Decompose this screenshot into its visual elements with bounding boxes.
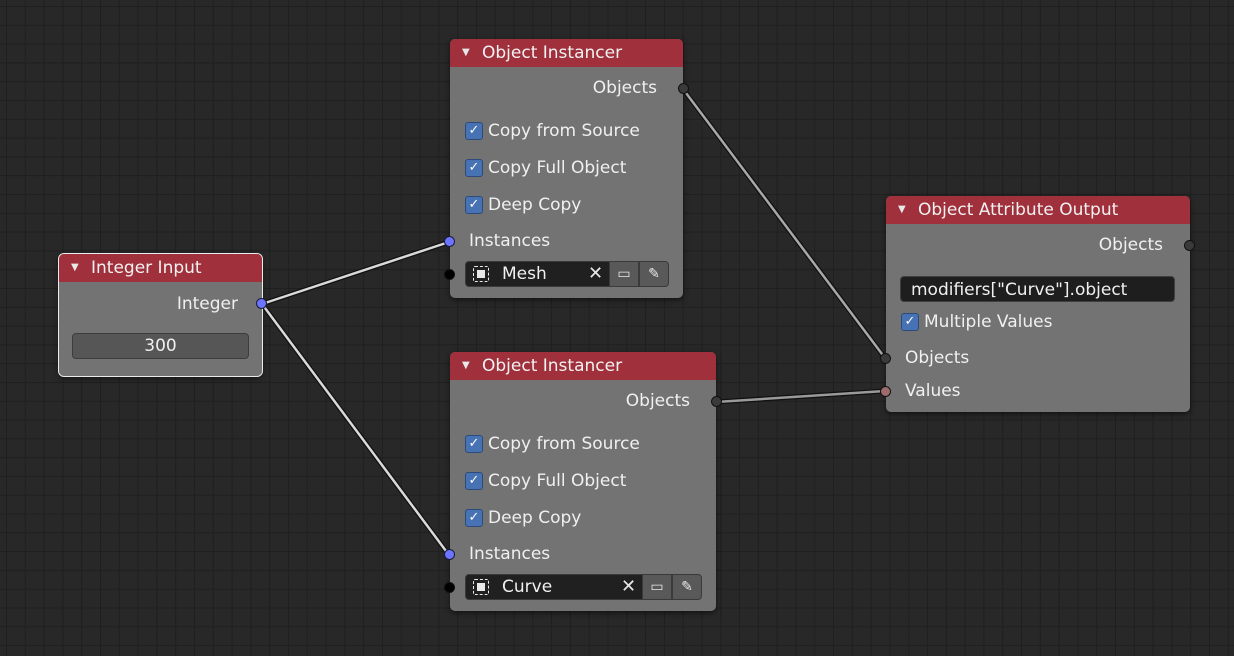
x-icon[interactable]: ✕ [588,262,603,286]
link-objects1-to-objects[interactable] [680,86,888,361]
instances-input-socket[interactable] [444,549,455,560]
copy-full-object-label: Copy Full Object [488,471,627,491]
eyedropper-icon[interactable]: ✎ [672,574,702,600]
object-instancer-node-2[interactable]: ▼ Object Instancer Objects ✓ Copy from S… [444,352,722,611]
checkmark-icon[interactable]: ✓ [465,509,483,527]
node-header[interactable]: ▼ Integer Input [59,254,262,282]
link-integer-to-instances-1[interactable] [259,239,452,307]
values-input-label: Values [905,381,961,401]
object-data-icon [473,266,489,282]
link-integer-to-instances-1-core [260,240,451,306]
output-label: Objects [625,391,690,411]
triangle-down-icon[interactable]: ▼ [462,352,470,380]
objects-output-socket[interactable] [678,83,689,94]
node-header[interactable]: ▼ Object Instancer [450,39,683,67]
checkmark-icon[interactable]: ✓ [465,122,483,140]
checkmark-icon[interactable]: ✓ [465,196,483,214]
object-input-socket[interactable] [444,269,455,280]
integer-output-socket[interactable] [256,298,267,309]
object-selector[interactable]: Mesh ✕ ▭ ✎ [465,261,669,287]
link-objects2-to-values-core [714,389,887,404]
node-header[interactable]: ▼ Object Attribute Output [886,196,1190,224]
triangle-down-icon[interactable]: ▼ [898,196,906,224]
values-input-socket[interactable] [880,386,891,397]
integer-value-field[interactable]: 300 [72,333,249,359]
object-name: Mesh [502,264,547,284]
deep-copy-label: Deep Copy [488,195,582,215]
checkmark-icon[interactable]: ✓ [901,313,919,331]
object-input-socket[interactable] [444,582,455,593]
objects-input-socket[interactable] [880,353,891,364]
instances-label: Instances [469,544,551,564]
objects-input-label: Objects [905,348,970,368]
node-title: Integer Input [91,258,202,278]
objects-output-socket[interactable] [1184,240,1195,251]
checkmark-icon[interactable]: ✓ [465,435,483,453]
eyedropper-icon[interactable]: ✎ [639,261,669,287]
triangle-down-icon[interactable]: ▼ [462,39,470,67]
triangle-down-icon[interactable]: ▼ [71,254,79,282]
copy-from-source-label: Copy from Source [488,434,640,454]
objects-output-socket[interactable] [711,396,722,407]
instances-input-socket[interactable] [444,236,455,247]
object-instancer-node-1[interactable]: ▼ Object Instancer Objects ✓ Copy from S… [444,39,689,298]
attribute-path-field[interactable]: modifiers["Curve"].object [900,276,1175,302]
link-objects2-to-values[interactable] [713,388,888,405]
monitor-icon[interactable]: ▭ [642,574,672,600]
node-title: Object Instancer [482,43,623,63]
object-name: Curve [502,577,553,597]
copy-from-source-label: Copy from Source [488,121,640,141]
node-title: Object Attribute Output [918,200,1119,220]
object-selector[interactable]: Curve ✕ ▭ ✎ [465,574,702,600]
copy-full-object-label: Copy Full Object [488,158,627,178]
instances-label: Instances [469,231,551,251]
integer-input-node[interactable]: ▼ Integer Input Integer 300 [58,253,267,377]
checkmark-icon[interactable]: ✓ [465,472,483,490]
object-attribute-output-node[interactable]: ▼ Object Attribute Output Objects modifi… [880,196,1195,412]
object-data-icon [473,579,489,595]
output-label: Objects [592,78,657,98]
link-integer-to-instances-2-core [260,302,451,557]
link-integer-to-instances-2[interactable] [259,301,452,558]
node-title: Object Instancer [482,356,623,376]
output-label: Integer [176,294,238,314]
checkmark-icon[interactable]: ✓ [465,159,483,177]
node-header[interactable]: ▼ Object Instancer [450,352,716,380]
link-objects1-to-objects-core [681,87,887,360]
monitor-icon[interactable]: ▭ [609,261,639,287]
x-icon[interactable]: ✕ [621,575,636,599]
output-label: Objects [1098,235,1163,255]
deep-copy-label: Deep Copy [488,508,582,528]
multiple-values-label: Multiple Values [924,312,1053,332]
